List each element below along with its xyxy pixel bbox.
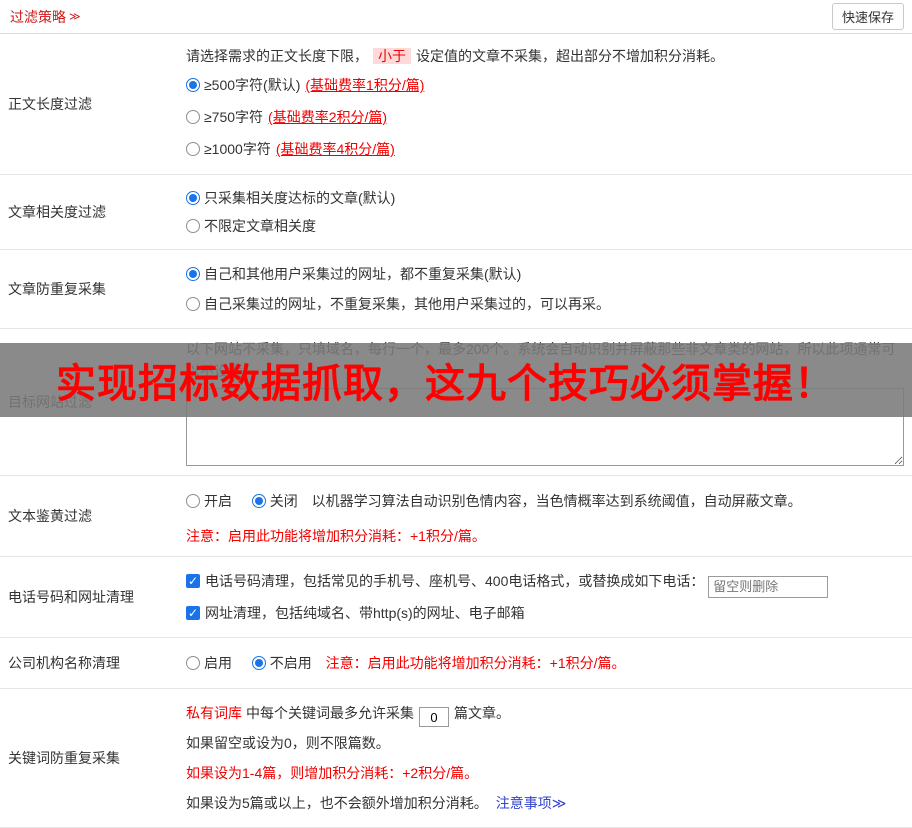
radio-checked-icon[interactable] xyxy=(186,267,200,281)
radio-option-porn-on[interactable]: 开启 xyxy=(186,493,232,509)
radio-option-dedup-self-only[interactable]: 自己采集过的网址，不重复采集，其他用户采集过的，可以再采。 xyxy=(186,289,904,319)
row-company-name-cleanup: 公司机构名称清理 启用 不启用 注意：启用此功能将增加积分消耗：+1积分/篇。 xyxy=(0,638,912,689)
radio-unchecked-icon[interactable] xyxy=(186,494,200,508)
option-label: 自己和其他用户采集过的网址，都不重复采集(默认) xyxy=(204,266,522,282)
option-label: ≥750字符 xyxy=(204,109,264,125)
private-lexicon-link[interactable]: 私有词库 xyxy=(186,705,242,721)
porn-filter-desc: 以机器学习算法自动识别色情内容，当色情概率达到系统阈值，自动屏蔽文章。 xyxy=(311,493,802,509)
radio-checked-icon[interactable] xyxy=(251,655,266,670)
porn-filter-fee-note: 注意：启用此功能将增加积分消耗：+1积分/篇。 xyxy=(186,528,486,544)
keyword-limit-line1: 私有词库中每个关键词最多允许采集 篇文章。 xyxy=(186,698,904,728)
notice-link[interactable]: 注意事项≫ xyxy=(496,795,567,811)
keyword-max-count-input[interactable] xyxy=(419,707,449,727)
page-title-wrap: 过滤策略 ≫ xyxy=(10,7,81,27)
radio-option-length-750[interactable]: ≥750字符 (基础费率2积分/篇) xyxy=(186,101,904,133)
radio-option-company-off[interactable]: 不启用 xyxy=(251,654,312,671)
body-length-intro: 请选择需求的正文长度下限， 小于 设定值的文章不采集，超出部分不增加积分消耗。 xyxy=(186,43,904,69)
row-relevance-filter: 文章相关度过滤 只采集相关度达标的文章(默认) 不限定文章相关度 xyxy=(0,175,912,250)
radio-checked-icon[interactable] xyxy=(186,78,200,92)
line1-text-end: 篇文章。 xyxy=(454,704,510,721)
phone-replacement-input[interactable] xyxy=(708,575,829,598)
option-label: 不限定文章相关度 xyxy=(204,218,316,234)
radio-unchecked-icon[interactable] xyxy=(186,110,200,124)
radio-option-relevance-any[interactable]: 不限定文章相关度 xyxy=(186,212,904,240)
radio-unchecked-icon[interactable] xyxy=(186,297,200,311)
quick-save-button[interactable]: 快速保存 xyxy=(831,3,904,30)
option-label: 电话号码清理，包括常见的手机号、座机号、400电话格式，或替换成如下电话： xyxy=(205,573,705,589)
option-label: ≥1000字符 xyxy=(204,141,271,157)
keyword-limit-line2: 如果留空或设为0，则不限篇数。 xyxy=(186,734,390,751)
option-label: 关闭 xyxy=(269,493,298,509)
row-content-porn-filter: 开启 关闭 以机器学习算法自动识别色情内容，当色情概率达到系统阈值，自动屏蔽文章… xyxy=(178,476,912,556)
option-fee-note: (基础费率1积分/篇) xyxy=(305,77,425,93)
row-content-relevance: 只采集相关度达标的文章(默认) 不限定文章相关度 xyxy=(178,175,912,249)
page-title: 过滤策略 xyxy=(10,8,66,25)
radio-option-length-1000[interactable]: ≥1000字符 (基础费率4积分/篇) xyxy=(186,133,904,165)
radio-unchecked-icon[interactable] xyxy=(186,142,200,156)
radio-option-porn-off[interactable]: 关闭 xyxy=(251,493,298,509)
radio-option-relevance-strict[interactable]: 只采集相关度达标的文章(默认) xyxy=(186,184,904,212)
company-cleanup-options-line: 启用 不启用 注意：启用此功能将增加积分消耗：+1积分/篇。 xyxy=(186,647,904,679)
option-label: 自己采集过的网址，不重复采集，其他用户采集过的，可以再采。 xyxy=(204,296,610,312)
row-content-dedup: 自己和其他用户采集过的网址，都不重复采集(默认) 自己采集过的网址，不重复采集，… xyxy=(178,250,912,328)
collapse-chevron-icon[interactable]: ≫ xyxy=(69,10,81,23)
ad-banner-text: 实现招标数据抓取，这九个技巧必须掌握！ xyxy=(56,362,835,406)
radio-unchecked-icon[interactable] xyxy=(186,655,200,670)
less-than-highlight: 小于 xyxy=(373,48,411,64)
radio-option-length-500[interactable]: ≥500字符(默认) (基础费率1积分/篇) xyxy=(186,69,904,101)
row-content-phone-url: 电话号码清理，包括常见的手机号、座机号、400电话格式，或替换成如下电话： 网址… xyxy=(178,557,912,637)
row-body-length-filter: 正文长度过滤 请选择需求的正文长度下限， 小于 设定值的文章不采集，超出部分不增加积… xyxy=(0,34,912,175)
row-keyword-dedup: 关键词防重复采集 私有词库中每个关键词最多允许采集 篇文章。 如果留空或设为0，则… xyxy=(0,689,912,828)
option-label: 开启 xyxy=(204,493,232,509)
row-content-body-length: 请选择需求的正文长度下限， 小于 设定值的文章不采集，超出部分不增加积分消耗。 ≥5… xyxy=(178,34,912,174)
row-content-company-cleanup: 启用 不启用 注意：启用此功能将增加积分消耗：+1积分/篇。 xyxy=(178,638,912,688)
row-label-company-cleanup: 公司机构名称清理 xyxy=(8,654,120,671)
intro-text-after: 设定值的文章不采集，超出部分不增加积分消耗。 xyxy=(416,48,724,64)
option-label: 不启用 xyxy=(269,654,312,671)
porn-filter-options-line: 开启 关闭 以机器学习算法自动识别色情内容，当色情概率达到系统阈值，自动屏蔽文章… xyxy=(186,485,904,517)
radio-checked-icon[interactable] xyxy=(251,494,266,508)
filter-strategy-page: 过滤策略 ≫ 快速保存 正文长度过滤 请选择需求的正文长度下限， 小于 设定值的文章… xyxy=(0,0,912,828)
keyword-limit-line3: 如果设为1-4篇，则增加积分消耗：+2积分/篇。 xyxy=(186,764,479,781)
company-cleanup-fee-note: 注意：启用此功能将增加积分消耗：+1积分/篇。 xyxy=(325,654,626,671)
line1-text: 中每个关键词最多允许采集 xyxy=(246,704,414,721)
checkbox-option-phone-cleanup[interactable]: 电话号码清理，包括常见的手机号、座机号、400电话格式，或替换成如下电话： xyxy=(186,566,904,598)
radio-checked-icon[interactable] xyxy=(186,191,200,205)
checkbox-option-url-cleanup[interactable]: 网址清理，包括纯域名、带http(s)的网址、电子邮箱 xyxy=(186,598,904,628)
row-label-porn-filter: 文本鉴黄过滤 xyxy=(8,508,92,524)
option-fee-note: (基础费率2积分/篇) xyxy=(268,109,388,125)
row-label-phone-url: 电话号码和网址清理 xyxy=(8,588,134,605)
keyword-limit-line4: 如果设为5篇或以上，也不会额外增加积分消耗。 注意事项≫ xyxy=(186,788,904,818)
option-label: 只采集相关度达标的文章(默认) xyxy=(204,190,396,206)
option-fee-note: (基础费率4积分/篇) xyxy=(275,141,395,157)
row-label-dedup: 文章防重复采集 xyxy=(8,281,106,297)
row-content-keyword-dedup: 私有词库中每个关键词最多允许采集 篇文章。 如果留空或设为0，则不限篇数。 如果设… xyxy=(178,689,912,827)
checkbox-checked-icon[interactable] xyxy=(186,573,200,589)
row-porn-filter: 文本鉴黄过滤 开启 关闭 以机器学习算法自动识别色情内容，当色情概率达到系统阈值… xyxy=(0,476,912,557)
page-header: 过滤策略 ≫ 快速保存 xyxy=(0,0,912,34)
row-dedup-filter: 文章防重复采集 自己和其他用户采集过的网址，都不重复采集(默认) 自己采集过的网… xyxy=(0,250,912,329)
checkbox-checked-icon[interactable] xyxy=(186,605,200,621)
option-label: 网址清理，包括纯域名、带http(s)的网址、电子邮箱 xyxy=(205,604,525,621)
radio-unchecked-icon[interactable] xyxy=(186,219,200,233)
radio-option-dedup-all-users[interactable]: 自己和其他用户采集过的网址，都不重复采集(默认) xyxy=(186,259,904,289)
radio-option-company-on[interactable]: 启用 xyxy=(186,655,232,671)
row-phone-url-cleanup: 电话号码和网址清理 电话号码清理，包括常见的手机号、座机号、400电话格式，或替… xyxy=(0,557,912,638)
row-label-relevance: 文章相关度过滤 xyxy=(8,204,106,220)
ad-overlay-banner: 实现招标数据抓取，这九个技巧必须掌握！ xyxy=(0,343,912,417)
line4-text: 如果设为5篇或以上，也不会额外增加积分消耗。 xyxy=(186,794,488,811)
row-label-body-length: 正文长度过滤 xyxy=(8,96,92,112)
option-label: 启用 xyxy=(204,654,232,671)
option-label: ≥500字符(默认) xyxy=(204,77,301,93)
row-label-keyword-dedup: 关键词防重复采集 xyxy=(8,749,120,766)
intro-text-before: 请选择需求的正文长度下限， xyxy=(186,48,368,64)
